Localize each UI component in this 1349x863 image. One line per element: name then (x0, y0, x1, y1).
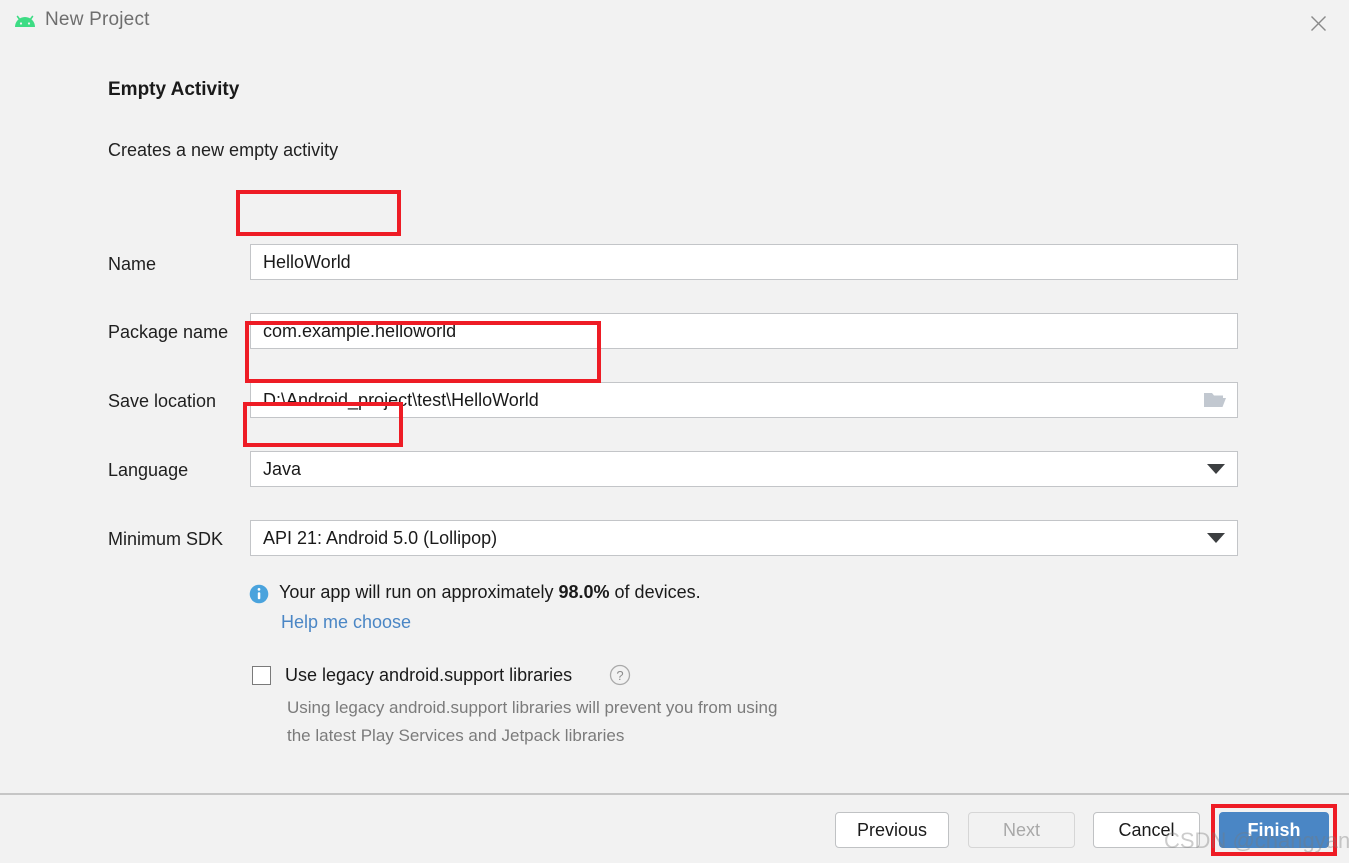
info-icon (249, 584, 269, 604)
chevron-down-icon-sdk[interactable] (1207, 533, 1225, 543)
annotation-box-name (236, 190, 401, 236)
cancel-button[interactable]: Cancel (1093, 812, 1200, 848)
previous-button[interactable]: Previous (835, 812, 949, 848)
next-button: Next (968, 812, 1075, 848)
sdk-coverage-prefix: Your app will run on approximately (279, 582, 559, 602)
dialog-footer: Previous Next Cancel Finish (0, 795, 1349, 863)
dialog-title: New Project (45, 9, 150, 30)
legacy-libraries-checkbox[interactable] (252, 666, 271, 685)
minimum-sdk-label: Minimum SDK (108, 529, 224, 549)
package-name-input[interactable] (250, 313, 1238, 349)
sdk-coverage-percent: 98.0% (558, 582, 610, 602)
legacy-libraries-description-line2: the latest Play Services and Jetpack lib… (287, 726, 625, 745)
dialog-content: Empty Activity Creates a new empty activ… (0, 46, 1349, 793)
legacy-libraries-description-line1: Using legacy android.support libraries w… (287, 698, 778, 717)
language-select[interactable] (250, 451, 1238, 487)
save-location-input[interactable] (250, 382, 1238, 418)
save-location-label: Save location (108, 391, 217, 411)
language-label: Language (108, 460, 189, 480)
dialog-titlebar: New Project (0, 0, 1349, 46)
page-subtitle: Creates a new empty activity (108, 140, 339, 160)
chevron-down-icon-language[interactable] (1207, 464, 1225, 474)
package-name-label: Package name (108, 322, 229, 342)
folder-open-icon[interactable] (1203, 389, 1229, 411)
legacy-libraries-label[interactable]: Use legacy android.support libraries (285, 665, 572, 686)
svg-text:?: ? (616, 668, 623, 683)
sdk-coverage-text: Your app will run on approximately 98.0%… (279, 582, 701, 603)
minimum-sdk-select[interactable] (250, 520, 1238, 556)
name-label: Name (108, 254, 157, 274)
finish-button[interactable]: Finish (1219, 812, 1329, 848)
help-me-choose-link[interactable]: Help me choose (281, 612, 411, 633)
name-input[interactable] (250, 244, 1238, 280)
new-project-dialog: New Project Empty Activity Creates a new… (0, 0, 1349, 863)
sdk-coverage-suffix: of devices. (609, 582, 701, 602)
question-mark-icon[interactable]: ? (609, 664, 631, 686)
android-robot-icon (12, 13, 38, 33)
page-title: Empty Activity (108, 79, 240, 100)
close-icon[interactable] (1297, 4, 1339, 42)
